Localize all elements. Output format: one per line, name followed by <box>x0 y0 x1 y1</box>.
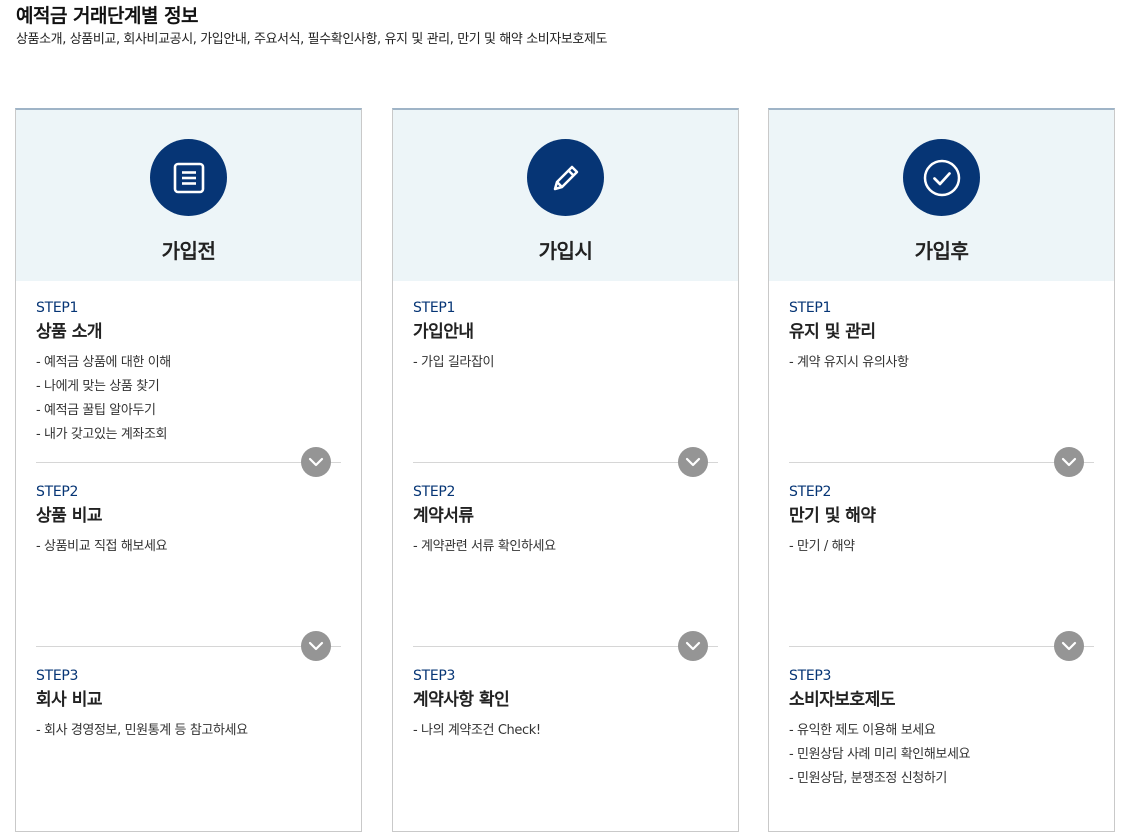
step-title: 유지 및 관리 <box>789 322 876 342</box>
step-3: STEP3 소비자보호제도 - 유익한 제도 이용해 보세요 - 민원상담 사례 미리… <box>789 667 1094 791</box>
step-divider <box>36 462 341 463</box>
step-2: STEP2 만기 및 해약 - 만기 / 해약 <box>789 483 1094 559</box>
stage-card-header: 가입전 <box>16 110 361 281</box>
step-items: - 회사 경영정보, 민원통계 등 참고하세요 <box>36 719 341 743</box>
page-header: 예적금 거래단계별 정보 상품소개, 상품비교, 회사비교공시, 가입안내, 주… <box>16 4 608 49</box>
chevron-down-icon <box>1061 641 1077 651</box>
page-subtitle: 상품소개, 상품비교, 회사비교공시, 가입안내, 주요서식, 필수확인사항, … <box>16 32 608 47</box>
step-divider <box>789 462 1094 463</box>
step-item: - 만기 / 해약 <box>789 539 855 554</box>
step-item: - 상품비교 직접 해보세요 <box>36 539 168 554</box>
step-item: - 나에게 맞는 상품 찾기 <box>36 379 160 394</box>
step-2: STEP2 상품 비교 - 상품비교 직접 해보세요 <box>36 483 341 559</box>
stage-card-header: 가입후 <box>769 110 1114 281</box>
step-title: 계약사항 확인 <box>413 690 510 710</box>
stage-card-header: 가입시 <box>393 110 738 281</box>
chevron-down-icon <box>1061 457 1077 467</box>
step-item: - 가입 길라잡이 <box>413 355 495 370</box>
step-2: STEP2 계약서류 - 계약관련 서류 확인하세요 <box>413 483 718 559</box>
stage-card-before: 가입전 STEP1 상품 소개 - 예적금 상품에 대한 이해 - 나에게 맞는 상품 … <box>15 108 362 832</box>
step-label: STEP3 <box>789 668 832 684</box>
step-3: STEP3 계약사항 확인 - 나의 계약조건 Check! <box>413 667 718 743</box>
step-label: STEP1 <box>413 300 456 316</box>
step-item: - 유익한 제도 이용해 보세요 <box>789 723 936 738</box>
step-divider <box>36 646 341 647</box>
step-items: - 상품비교 직접 해보세요 <box>36 535 341 559</box>
step-items: - 나의 계약조건 Check! <box>413 719 718 743</box>
step-item: - 나의 계약조건 Check! <box>413 723 541 738</box>
step-3: STEP3 회사 비교 - 회사 경영정보, 민원통계 등 참고하세요 <box>36 667 341 743</box>
check-circle-icon <box>903 139 980 216</box>
step-title: 상품 소개 <box>36 322 102 342</box>
step-title: 회사 비교 <box>36 690 102 710</box>
step-item: - 계약관련 서류 확인하세요 <box>413 539 556 554</box>
stage-card-after: 가입후 STEP1 유지 및 관리 - 계약 유지시 유의사항 STEP2 만기 및 해약… <box>768 108 1115 832</box>
step-1: STEP1 가입안내 - 가입 길라잡이 <box>413 299 718 375</box>
step-label: STEP1 <box>789 300 832 316</box>
step-items: - 유익한 제도 이용해 보세요 - 민원상담 사례 미리 확인해보세요 - 민원상… <box>789 719 1094 791</box>
step-items: - 가입 길라잡이 <box>413 351 718 375</box>
step-item: - 예적금 꿀팁 알아두기 <box>36 403 156 418</box>
expand-toggle-button[interactable] <box>301 631 331 661</box>
step-title: 소비자보호제도 <box>789 690 895 710</box>
chevron-down-icon <box>308 641 324 651</box>
pencil-icon <box>527 139 604 216</box>
step-1: STEP1 유지 및 관리 - 계약 유지시 유의사항 <box>789 299 1094 375</box>
step-items: - 계약관련 서류 확인하세요 <box>413 535 718 559</box>
document-icon <box>150 139 227 216</box>
stage-title: 가입전 <box>161 239 216 263</box>
step-title: 가입안내 <box>413 322 474 342</box>
expand-toggle-button[interactable] <box>1054 631 1084 661</box>
chevron-down-icon <box>685 457 701 467</box>
stage-card-during: 가입시 STEP1 가입안내 - 가입 길라잡이 STEP2 계약서류 - 계약관련 서류 … <box>392 108 739 832</box>
step-item: - 내가 갖고있는 계좌조회 <box>36 427 168 442</box>
step-title: 상품 비교 <box>36 506 102 526</box>
expand-toggle-button[interactable] <box>1054 447 1084 477</box>
step-label: STEP3 <box>413 668 456 684</box>
step-item: - 회사 경영정보, 민원통계 등 참고하세요 <box>36 723 248 738</box>
step-title: 만기 및 해약 <box>789 506 876 526</box>
step-label: STEP2 <box>36 484 79 500</box>
step-items: - 예적금 상품에 대한 이해 - 나에게 맞는 상품 찾기 - 예적금 꿀팁 알아… <box>36 351 341 447</box>
step-title: 계약서류 <box>413 506 474 526</box>
step-divider <box>413 646 718 647</box>
step-item: - 민원상담, 분쟁조정 신청하기 <box>789 771 947 786</box>
chevron-down-icon <box>308 457 324 467</box>
step-1: STEP1 상품 소개 - 예적금 상품에 대한 이해 - 나에게 맞는 상품 찾기 -… <box>36 299 341 447</box>
step-item: - 계약 유지시 유의사항 <box>789 355 909 370</box>
step-label: STEP2 <box>789 484 832 500</box>
chevron-down-icon <box>685 641 701 651</box>
expand-toggle-button[interactable] <box>678 631 708 661</box>
step-label: STEP1 <box>36 300 79 316</box>
expand-toggle-button[interactable] <box>301 447 331 477</box>
step-label: STEP3 <box>36 668 79 684</box>
step-items: - 계약 유지시 유의사항 <box>789 351 1094 375</box>
stage-title: 가입후 <box>914 239 969 263</box>
step-item: - 민원상담 사례 미리 확인해보세요 <box>789 747 971 762</box>
step-label: STEP2 <box>413 484 456 500</box>
step-item: - 예적금 상품에 대한 이해 <box>36 355 171 370</box>
expand-toggle-button[interactable] <box>678 447 708 477</box>
step-divider <box>789 646 1094 647</box>
stage-title: 가입시 <box>538 239 593 263</box>
step-items: - 만기 / 해약 <box>789 535 1094 559</box>
step-divider <box>413 462 718 463</box>
page-title: 예적금 거래단계별 정보 <box>16 5 199 27</box>
